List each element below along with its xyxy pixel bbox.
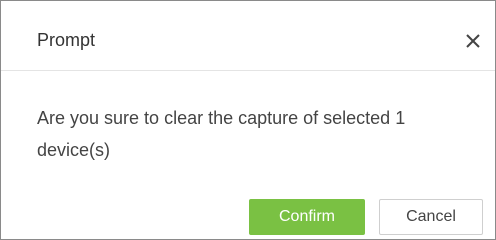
cancel-button[interactable]: Cancel <box>379 199 483 235</box>
dialog-header: Prompt <box>1 1 495 71</box>
dialog-message: Are you sure to clear the capture of sel… <box>37 108 406 160</box>
confirm-button[interactable]: Confirm <box>249 199 365 235</box>
prompt-dialog: Prompt Are you sure to clear the capture… <box>0 0 496 240</box>
close-icon <box>466 34 480 48</box>
dialog-title: Prompt <box>37 30 96 50</box>
close-button[interactable] <box>461 29 485 53</box>
